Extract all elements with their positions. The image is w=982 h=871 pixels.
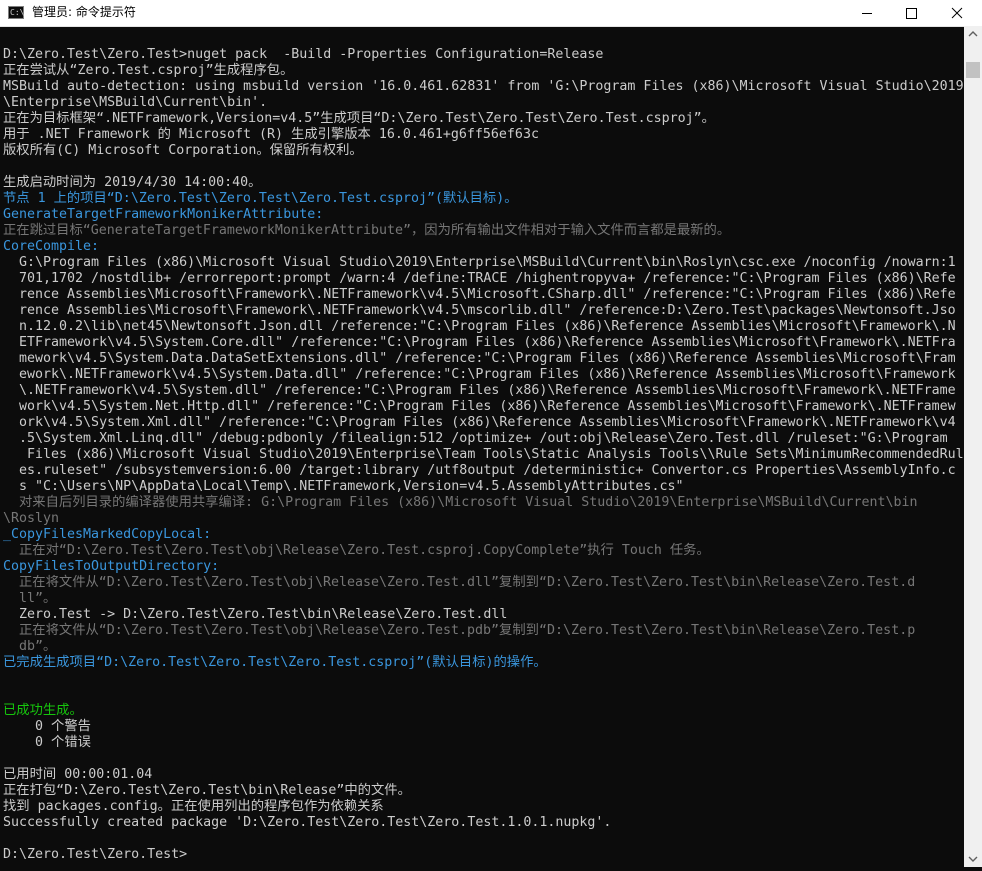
console-line: 0 个错误 [3,735,91,750]
console-line: CoreCompile: [3,239,100,254]
console-line: _CopyFilesMarkedCopyLocal: [3,527,212,542]
console-line: 用于 .NET Framework 的 Microsoft (R) 生成引擎版本… [3,127,539,142]
console-line: Successfully created package 'D:\Zero.Te… [3,815,612,830]
console-line: 生成启动时间为 2019/4/30 14:00:40。 [3,175,262,190]
console-line: 已成功生成。 [3,703,83,718]
console-line: ll”。 [3,591,57,606]
maximize-button[interactable] [888,0,934,26]
console-line: 版权所有(C) Microsoft Corporation。保留所有权利。 [3,143,363,158]
console-line: GenerateTargetFrameworkMonikerAttribute: [3,207,324,222]
minimize-icon [862,13,872,14]
console-line: mework\v4.5\System.Data.DataSetExtension… [3,351,956,366]
minimize-button[interactable] [844,0,890,26]
maximize-icon [906,8,917,19]
console-line: Zero.Test -> D:\Zero.Test\Zero.Test\bin\… [3,607,508,622]
console-line: D:\Zero.Test\Zero.Test>nuget pack -Build… [3,47,604,62]
scroll-down-button[interactable] [964,850,982,867]
console-line: G:\Program Files (x86)\Microsoft Visual … [3,255,956,270]
console-line: 正在将文件从“D:\Zero.Test\Zero.Test\obj\Releas… [3,623,916,638]
console-line: \Enterprise\MSBuild\Current\bin'. [3,95,268,110]
console-line: rence Assemblies\Microsoft\Framework\.NE… [3,303,956,318]
console-line: ETFramework\v4.5\System.Core.dll" /refer… [3,335,956,350]
console-line: .5\System.Xml.Linq.dll" /debug:pdbonly /… [3,431,948,446]
close-icon [951,7,963,19]
console-line: 701,1702 /nostdlib+ /errorreport:prompt … [3,271,956,286]
console-line: D:\Zero.Test\Zero.Test> [3,847,188,862]
console-line: \.NETFramework\v4.5\System.dll" /referen… [3,383,956,398]
console-line: 已完成生成项目“D:\Zero.Test\Zero.Test\Zero.Test… [3,655,547,670]
vertical-scrollbar[interactable] [964,26,982,867]
console-line: 正在尝试从“Zero.Test.csproj”生成程序包。 [3,63,294,78]
console-line: s "C:\Users\NP\AppData\Local\Temp\.NETFr… [3,479,684,494]
console-line: es.ruleset" /subsystemversion:6.00 /targ… [3,463,956,478]
console-line: \Roslyn [3,511,60,526]
console-line: rence Assemblies\Microsoft\Framework\.NE… [3,287,956,302]
console-line: 0 个警告 [3,719,91,734]
console-line: 已用时间 00:00:01.04 [3,767,153,782]
console-line: db”。 [3,639,57,654]
console-line: 正在对“D:\Zero.Test\Zero.Test\obj\Release\Z… [3,543,710,558]
console-line: 对来自后列目录的编译器使用共享编译: G:\Program Files (x86… [3,495,918,510]
chevron-up-icon [968,31,978,37]
console-output[interactable]: D:\Zero.Test\Zero.Test>nuget pack -Build… [0,26,964,867]
console-line: CopyFilesToOutputDirectory: [3,559,220,574]
console-line: 节点 1 上的项目“D:\Zero.Test\Zero.Test\Zero.Te… [3,191,518,206]
cmd-app-icon[interactable]: C:\ [8,6,24,19]
console-line: Files (x86)\Microsoft Visual Studio\2019… [3,447,964,462]
console-line: 正在打包“D:\Zero.Test\Zero.Test\bin\Release”… [3,783,411,798]
console-line: 正在将文件从“D:\Zero.Test\Zero.Test\obj\Releas… [3,575,916,590]
console-line: 正在跳过目标“GenerateTargetFrameworkMonikerAtt… [3,223,731,238]
scroll-up-button[interactable] [964,26,982,43]
console-line: MSBuild auto-detection: using msbuild ve… [3,79,964,94]
console-line: 正在为目标框架“.NETFramework,Version=v4.5”生成项目“… [3,111,715,126]
console-line: ork\v4.5\System.Xml.dll" /reference:"C:\… [3,415,956,430]
console-line: work\v4.5\System.Net.Http.dll" /referenc… [3,399,956,414]
chevron-down-icon [968,856,978,862]
console-line: ework\.NETFramework\v4.5\System.Data.dll… [3,367,956,382]
window-title: 管理员: 命令提示符 [32,5,136,19]
console-line: n.12.0.2\lib\net45\Newtonsoft.Json.dll /… [3,319,956,334]
scrollbar-thumb[interactable] [966,62,980,78]
close-button[interactable] [934,0,980,26]
title-bar[interactable]: C:\ 管理员: 命令提示符 [0,0,982,27]
console-line: 找到 packages.config。正在使用列出的程序包作为依赖关系 [3,799,384,814]
